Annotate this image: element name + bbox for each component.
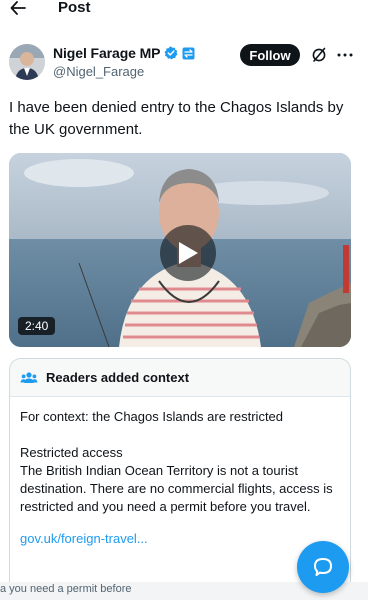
chat-bubble-icon [314,558,332,576]
post-text: I have been denied entry to the Chagos I… [9,99,344,138]
community-note-summary: For context: the Chagos Islands are rest… [20,409,284,424]
community-note-text: The British Indian Ocean Territory is no… [20,463,333,514]
grok-button[interactable] [309,45,329,65]
affiliation-badge-icon [182,47,195,60]
more-icon [337,53,353,57]
back-button[interactable] [8,0,28,18]
author-handle[interactable]: @Nigel_Farage [53,64,144,79]
page-title: Post [58,0,91,16]
grok-icon [312,47,326,62]
community-note-title: Readers added context [46,370,190,385]
chat-fab-button[interactable] [297,541,349,593]
arrow-left-icon [10,1,26,15]
top-bar: Post [0,0,368,22]
community-note-header: Readers added context [10,359,350,397]
author-name-row: Nigel Farage MP [53,44,195,62]
community-note-heading: Restricted access [20,445,123,460]
community-note-body: For context: the Chagos Islands are rest… [10,397,350,548]
avatar[interactable] [9,44,45,80]
more-button[interactable] [335,45,355,65]
play-button[interactable] [160,225,216,281]
bottom-strip-text: a you need a permit before [0,583,132,595]
follow-button[interactable]: Follow [240,44,300,66]
people-icon [20,369,38,387]
video-duration: 2:40 [18,317,56,335]
community-note-link[interactable]: gov.uk/foreign-travel... [20,530,340,548]
verified-badge-icon [164,46,178,60]
author-display-name[interactable]: Nigel Farage MP [53,45,161,61]
video-player[interactable]: 2:40 [9,153,351,347]
avatar-image [9,44,45,80]
play-icon [179,242,198,264]
